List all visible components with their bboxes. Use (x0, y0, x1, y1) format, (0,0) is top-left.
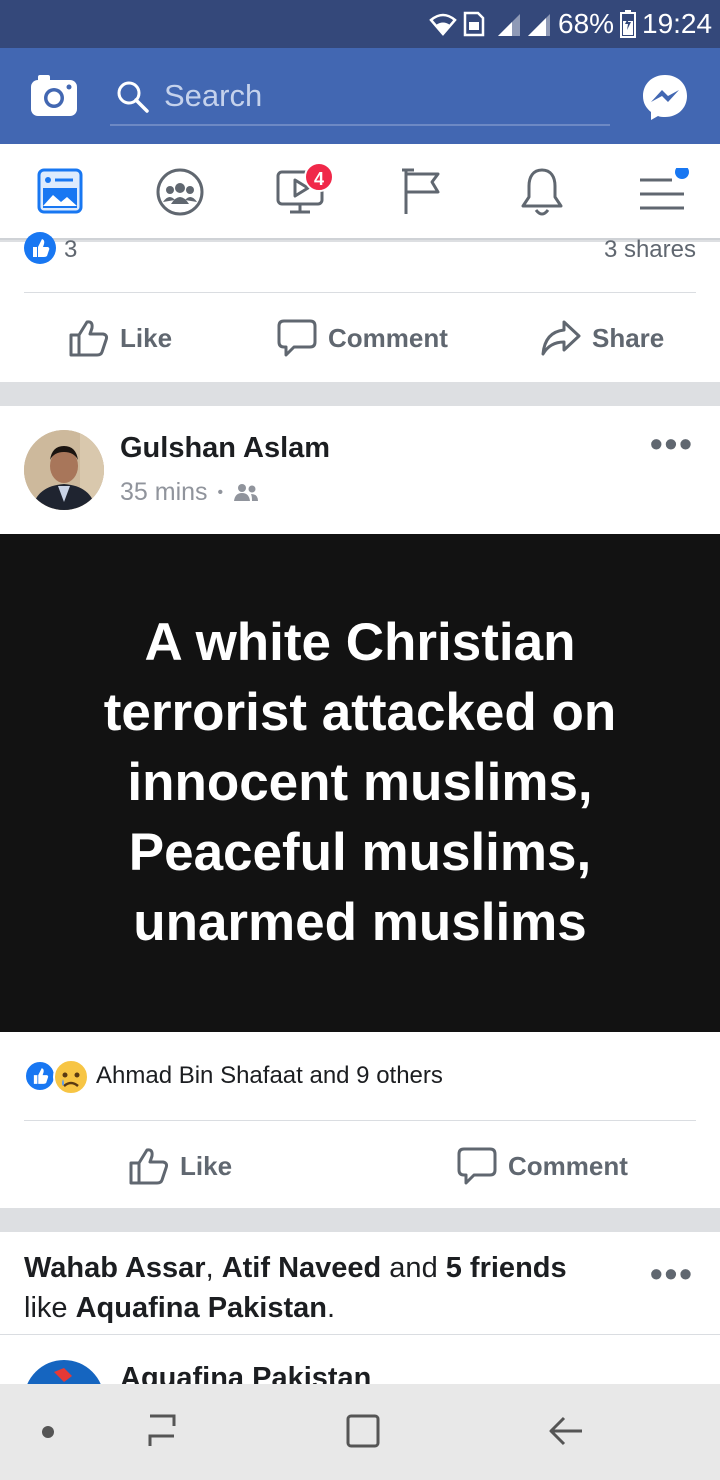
share-button[interactable]: Share (540, 318, 664, 358)
groups-icon[interactable] (156, 168, 204, 216)
separator-dot: • (217, 483, 224, 501)
home-icon[interactable] (344, 1412, 382, 1450)
status-bar: 68% 19:24 (0, 0, 720, 48)
nav-dot-icon[interactable] (42, 1426, 54, 1438)
previous-post-footer: 3 3 shares Like Comment Share (0, 232, 720, 382)
share-label: Share (592, 322, 665, 353)
period: . (326, 1292, 336, 1324)
page-avatar[interactable] (24, 1360, 104, 1384)
divider (0, 1334, 720, 1335)
friends-audience-icon[interactable] (233, 483, 259, 503)
battery-charging-icon (620, 10, 636, 38)
reaction-count[interactable]: 3 (64, 236, 77, 264)
post-meta: 35 mins • (120, 478, 259, 507)
like-button[interactable]: Like (68, 318, 172, 358)
search-placeholder: Search (164, 78, 263, 113)
top-bar: Search (0, 48, 720, 144)
and-text: and (381, 1252, 446, 1284)
thumbs-up-icon (129, 1148, 169, 1185)
post-author[interactable]: Gulshan Aslam (120, 432, 330, 465)
watch-badge: 4 (304, 162, 334, 192)
nav-tab-bar: 4 (0, 144, 720, 240)
page-preview-name[interactable]: Aquafina Pakistan (120, 1362, 371, 1384)
notifications-bell-icon[interactable] (518, 166, 566, 218)
post-text-line: innocent muslims, (127, 753, 593, 812)
messenger-icon[interactable] (640, 72, 690, 122)
friend-name[interactable]: Atif Naveed (222, 1252, 382, 1284)
like-button[interactable]: Like (128, 1146, 232, 1186)
thumbs-up-icon (69, 320, 109, 357)
divider (24, 1120, 696, 1121)
clock: 19:24 (642, 8, 713, 39)
friend-name[interactable]: Wahab Assar (24, 1252, 206, 1284)
share-count[interactable]: 3 shares (604, 236, 696, 264)
friends-count[interactable]: 5 friends (446, 1252, 567, 1284)
suggested-page-card: Wahab Assar, Atif Naveed and 5 friends l… (0, 1232, 720, 1384)
share-icon (541, 320, 581, 356)
signal-2-icon (528, 14, 550, 36)
post-text-line: A white Christian (144, 613, 576, 672)
pages-flag-icon[interactable] (400, 166, 444, 216)
more-options-icon[interactable]: ••• (650, 426, 694, 462)
more-options-icon[interactable]: ••• (650, 1256, 694, 1292)
sad-reaction-icon (53, 1059, 89, 1095)
battery-percent: 68% (558, 8, 615, 39)
system-navigation-bar (0, 1384, 720, 1480)
comment-button[interactable]: Comment (456, 1146, 628, 1186)
news-feed-icon[interactable] (37, 168, 83, 214)
avatar[interactable] (24, 430, 104, 510)
reactions-summary[interactable]: Ahmad Bin Shafaat and 9 others (96, 1062, 443, 1090)
like-reaction-icon (24, 232, 56, 264)
post-text-background: A white Christian terrorist attacked on … (0, 534, 720, 1032)
back-icon[interactable] (546, 1412, 586, 1450)
menu-tab[interactable] (636, 168, 692, 216)
search-bar[interactable]: Search (110, 66, 610, 126)
post-card: Gulshan Aslam 35 mins • ••• A white Chri… (0, 406, 720, 1208)
wifi-icon (429, 13, 457, 36)
post-text-line: Peaceful muslims, (128, 823, 592, 882)
comment-label: Comment (328, 322, 448, 353)
friends-like-page-text: Wahab Assar, Atif Naveed and 5 friends l… (24, 1248, 624, 1328)
watch-tab[interactable]: 4 (276, 162, 334, 216)
post-text-line: unarmed muslims (133, 893, 587, 952)
comma: , (205, 1252, 214, 1284)
page-name[interactable]: Aquafina Pakistan (76, 1292, 327, 1324)
post-text-line: terrorist attacked on (103, 683, 617, 742)
comment-icon (277, 319, 317, 357)
recent-apps-icon[interactable] (144, 1412, 180, 1450)
menu-icon (640, 168, 689, 210)
comment-label: Comment (508, 1150, 628, 1181)
comment-button[interactable]: Comment (276, 318, 448, 358)
post-time[interactable]: 35 mins (120, 478, 208, 507)
like-word: like (24, 1292, 68, 1324)
like-label: Like (120, 322, 173, 353)
sim-card-icon (463, 11, 485, 37)
signal-1-icon (498, 14, 520, 36)
search-icon (117, 81, 149, 113)
comment-icon (457, 1147, 497, 1185)
like-label: Like (180, 1150, 233, 1181)
divider (24, 292, 696, 293)
camera-icon[interactable] (30, 74, 78, 118)
